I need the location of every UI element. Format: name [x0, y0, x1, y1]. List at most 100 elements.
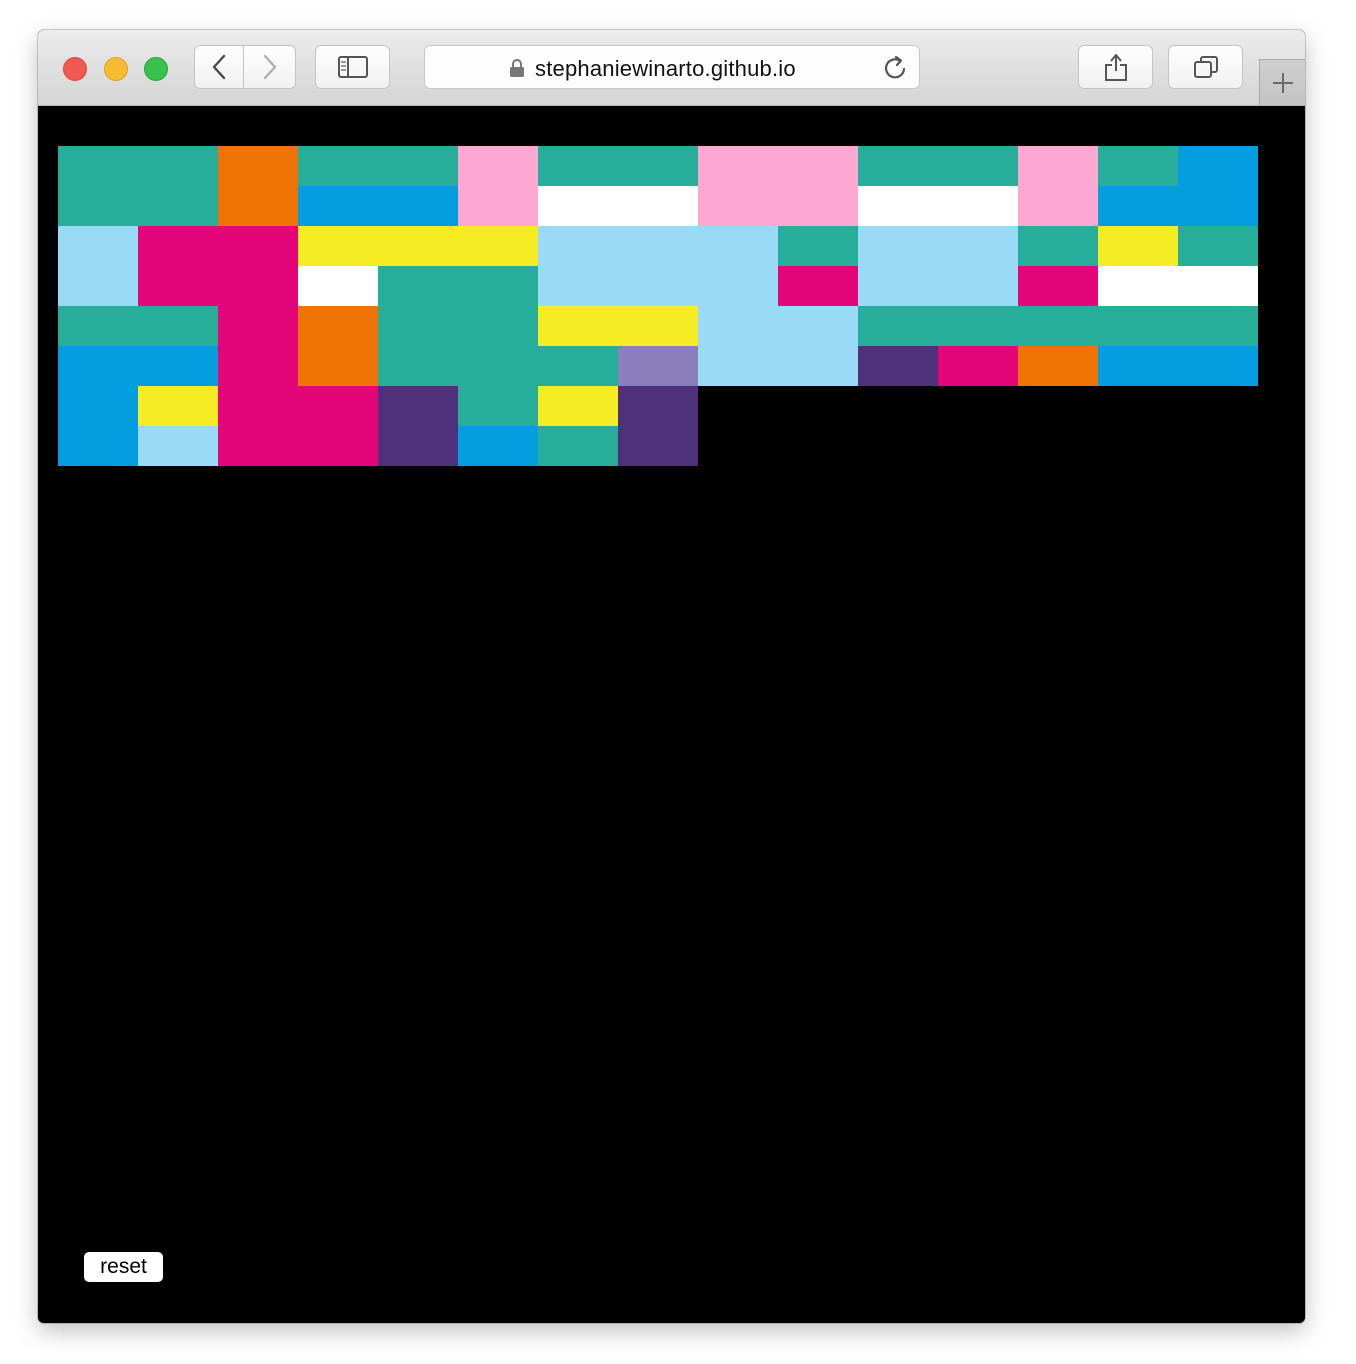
color-tile[interactable] [138, 306, 218, 346]
color-tile[interactable] [378, 266, 458, 306]
color-tile[interactable] [1018, 186, 1098, 226]
color-tile[interactable] [138, 226, 218, 266]
color-tile[interactable] [218, 386, 298, 426]
color-tile[interactable] [458, 226, 538, 266]
forward-button[interactable] [244, 45, 296, 89]
color-tile[interactable] [618, 426, 698, 466]
color-tile[interactable] [698, 186, 778, 226]
page-canvas[interactable]: reset [38, 106, 1305, 1323]
color-tile[interactable] [218, 226, 298, 266]
new-tab-button[interactable] [1259, 59, 1305, 105]
color-tile[interactable] [298, 186, 378, 226]
color-tile[interactable] [538, 146, 618, 186]
color-tile[interactable] [58, 346, 138, 386]
share-button[interactable] [1078, 45, 1153, 89]
color-tile[interactable] [1098, 226, 1178, 266]
color-tile[interactable] [1098, 146, 1178, 186]
color-tile[interactable] [938, 226, 1018, 266]
color-tile[interactable] [778, 266, 858, 306]
color-tile[interactable] [538, 266, 618, 306]
color-tile[interactable] [58, 226, 138, 266]
color-tile[interactable] [378, 186, 458, 226]
color-tile[interactable] [1178, 306, 1258, 346]
color-tile[interactable] [58, 266, 138, 306]
color-tile[interactable] [858, 346, 938, 386]
color-tile[interactable] [378, 146, 458, 186]
color-tile[interactable] [378, 426, 458, 466]
color-tile[interactable] [1178, 266, 1258, 306]
color-tile[interactable] [698, 346, 778, 386]
color-tile[interactable] [538, 386, 618, 426]
color-tile[interactable] [1098, 346, 1178, 386]
color-tile[interactable] [778, 186, 858, 226]
color-tile[interactable] [778, 306, 858, 346]
color-tile[interactable] [458, 386, 538, 426]
color-tile[interactable] [298, 306, 378, 346]
reset-button[interactable]: reset [84, 1252, 163, 1282]
color-tile[interactable] [138, 186, 218, 226]
reload-icon[interactable] [883, 54, 909, 82]
color-tile[interactable] [1178, 186, 1258, 226]
color-tile[interactable] [858, 266, 938, 306]
color-tile[interactable] [58, 426, 138, 466]
color-tile[interactable] [218, 186, 298, 226]
color-tile[interactable] [938, 346, 1018, 386]
color-tile[interactable] [858, 226, 938, 266]
color-tile[interactable] [698, 306, 778, 346]
color-tile[interactable] [938, 186, 1018, 226]
color-tile[interactable] [1178, 346, 1258, 386]
color-tile[interactable] [698, 226, 778, 266]
color-tile[interactable] [1098, 266, 1178, 306]
color-tile[interactable] [218, 426, 298, 466]
color-tile[interactable] [58, 386, 138, 426]
maximize-window-button[interactable] [144, 57, 168, 81]
color-tile[interactable] [938, 306, 1018, 346]
color-tile[interactable] [298, 266, 378, 306]
close-window-button[interactable] [63, 57, 87, 81]
color-tile[interactable] [1098, 306, 1178, 346]
color-tile[interactable] [618, 226, 698, 266]
color-tile[interactable] [58, 306, 138, 346]
color-tile[interactable] [378, 386, 458, 426]
color-tile[interactable] [138, 146, 218, 186]
color-tile[interactable] [298, 346, 378, 386]
color-tile[interactable] [1178, 226, 1258, 266]
back-button[interactable] [194, 45, 244, 89]
color-tile[interactable] [378, 306, 458, 346]
color-tile[interactable] [618, 186, 698, 226]
color-tile[interactable] [378, 226, 458, 266]
color-tile[interactable] [618, 266, 698, 306]
color-tile[interactable] [1098, 186, 1178, 226]
color-tile[interactable] [1018, 226, 1098, 266]
color-tile[interactable] [618, 346, 698, 386]
color-tile[interactable] [458, 266, 538, 306]
color-tile[interactable] [538, 426, 618, 466]
color-tile[interactable] [458, 146, 538, 186]
color-tile[interactable] [458, 186, 538, 226]
color-tile[interactable] [298, 426, 378, 466]
color-tile[interactable] [138, 386, 218, 426]
color-tile[interactable] [298, 226, 378, 266]
color-tile[interactable] [538, 226, 618, 266]
color-tile[interactable] [1178, 146, 1258, 186]
color-tile[interactable] [858, 146, 938, 186]
color-tile[interactable] [618, 386, 698, 426]
color-tile[interactable] [1018, 346, 1098, 386]
color-tile[interactable] [538, 186, 618, 226]
color-tile[interactable] [1018, 266, 1098, 306]
color-tile[interactable] [218, 306, 298, 346]
color-tile[interactable] [58, 146, 138, 186]
color-tile[interactable] [778, 146, 858, 186]
color-tile[interactable] [698, 146, 778, 186]
color-tile[interactable] [458, 346, 538, 386]
color-tile[interactable] [458, 426, 538, 466]
color-tile[interactable] [538, 306, 618, 346]
color-tile[interactable] [1018, 146, 1098, 186]
color-tile[interactable] [138, 426, 218, 466]
color-tile[interactable] [138, 346, 218, 386]
color-tile[interactable] [298, 146, 378, 186]
color-tile[interactable] [458, 306, 538, 346]
color-tile[interactable] [698, 266, 778, 306]
color-tile[interactable] [218, 146, 298, 186]
color-tile[interactable] [778, 226, 858, 266]
